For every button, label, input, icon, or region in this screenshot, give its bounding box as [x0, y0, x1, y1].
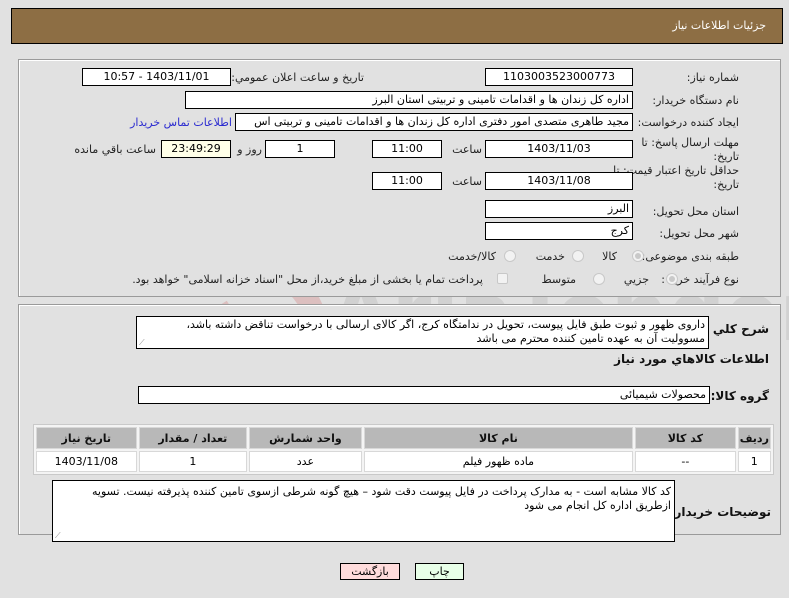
remaining-days: 1: [265, 140, 335, 158]
page-header: جزئیات اطلاعات نیاز: [11, 8, 783, 44]
reply-deadline-time[interactable]: 11:00: [372, 140, 442, 158]
reply-deadline-date[interactable]: 1403/11/03: [485, 140, 633, 158]
cell-row-number: 1: [737, 451, 771, 472]
requester-field[interactable]: مجید طاهری متصدی امور دفتری اداره کل زند…: [235, 113, 633, 131]
category-radio-service[interactable]: [572, 250, 584, 262]
col-unit: واحد شمارش: [249, 427, 362, 449]
purchase-radio-minor[interactable]: [666, 273, 678, 285]
page-title: جزئیات اطلاعات نیاز: [672, 19, 766, 32]
days-label: روز و: [237, 143, 262, 156]
buyer-notes-textarea[interactable]: کد کالا مشابه است - به مدارک پرداخت در ف…: [52, 480, 675, 542]
col-item-name: نام کالا: [363, 427, 634, 449]
buyer-org-field[interactable]: اداره کل زندان ها و اقدامات تامینی و ترب…: [185, 91, 633, 109]
general-desc-text: داروی ظهور و ثبوت طبق فایل پیوست، تحویل …: [186, 318, 705, 345]
reply-deadline-label: مهلت ارسال پاسخ: تا تاریخ:: [641, 136, 739, 163]
reply-time-label: ساعت: [452, 143, 482, 156]
delivery-province-field[interactable]: البرز: [485, 200, 633, 218]
announce-datetime-field[interactable]: 1403/11/01 - 10:57: [82, 68, 231, 86]
col-need-date: تاریخ نیاز: [36, 427, 137, 449]
price-time-label: ساعت: [452, 175, 482, 188]
delivery-province-label: استان محل تحویل:: [652, 205, 739, 218]
resize-grip-icon[interactable]: ⟋: [139, 339, 147, 347]
price-validity-time[interactable]: 11:00: [372, 172, 442, 190]
need-number-field[interactable]: 1103003523000773: [485, 68, 633, 86]
delivery-city-label: شهر محل تحویل:: [659, 227, 739, 240]
purchase-option-minor: جزیي: [623, 273, 649, 286]
remaining-time: 23:49:29: [161, 140, 231, 158]
requester-label: ایجاد کننده درخواست:: [637, 116, 739, 129]
category-option-goods: کالا: [602, 250, 617, 263]
purchase-option-medium: متوسط: [541, 273, 576, 286]
cell-need-date: 1403/11/08: [36, 451, 137, 472]
buyer-notes-label: توضیحات خریدار:: [669, 505, 771, 519]
category-label: طبقه بندی موضوعی:: [641, 250, 739, 263]
buyer-contact-link[interactable]: اطلاعات تماس خریدار: [130, 116, 232, 129]
cell-unit: عدد: [249, 451, 362, 472]
cell-quantity: 1: [138, 451, 248, 472]
price-validity-date[interactable]: 1403/11/08: [485, 172, 633, 190]
back-button[interactable]: بازگشت: [340, 563, 400, 580]
col-row-number: ردیف: [737, 427, 771, 449]
buyer-org-label: نام دستگاه خریدار:: [652, 94, 739, 107]
category-radio-goods[interactable]: [632, 250, 644, 262]
cell-item-name: ماده ظهور فیلم: [363, 451, 634, 472]
announce-datetime-label: تاریخ و ساعت اعلان عمومي:: [231, 71, 364, 84]
treasury-payment-checkbox[interactable]: [497, 273, 508, 284]
buyer-notes-text: کد کالا مشابه است - به مدارک پرداخت در ف…: [92, 485, 671, 512]
purchase-radio-medium[interactable]: [593, 273, 605, 285]
need-number-label: شماره نیاز:: [686, 71, 739, 84]
table-header-row: ردیف کد کالا نام کالا واحد شمارش تعداد /…: [36, 427, 771, 449]
category-option-service: خدمت: [535, 250, 565, 263]
print-button[interactable]: چاپ: [415, 563, 464, 580]
treasury-payment-note: پرداخت تمام یا بخشی از مبلغ خرید،از محل …: [132, 273, 483, 286]
goods-group-field[interactable]: محصولات شیمیائی: [138, 386, 710, 404]
cell-item-code: --: [635, 451, 736, 472]
items-section-title: اطلاعات کالاهاي مورد نیاز: [614, 352, 769, 366]
category-radio-goods-service[interactable]: [504, 250, 516, 262]
category-option-goods-service: کالا/خدمت: [448, 250, 496, 263]
general-desc-textarea[interactable]: داروی ظهور و ثبوت طبق فایل پیوست، تحویل …: [136, 316, 709, 349]
goods-group-label: گروه کالا:: [710, 389, 769, 403]
resize-grip-icon[interactable]: ⟋: [55, 532, 63, 540]
table-row: 1 -- ماده ظهور فیلم عدد 1 1403/11/08: [36, 451, 771, 472]
remaining-label: ساعت باقي مانده: [74, 143, 156, 156]
col-item-code: کد کالا: [635, 427, 736, 449]
items-table: ردیف کد کالا نام کالا واحد شمارش تعداد /…: [33, 424, 774, 475]
delivery-city-field[interactable]: کرج: [485, 222, 633, 240]
col-quantity: تعداد / مقدار: [138, 427, 248, 449]
